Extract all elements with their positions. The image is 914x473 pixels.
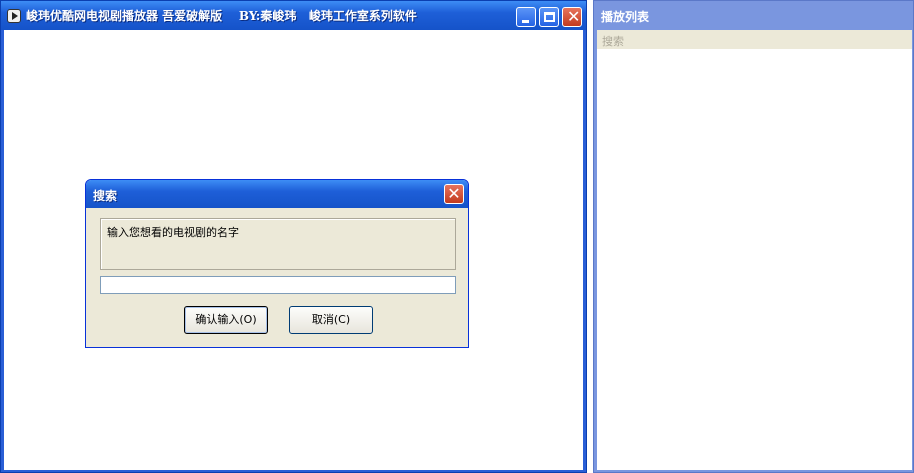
close-icon: ✕ — [567, 7, 581, 26]
playlist-search-bar[interactable]: 搜索 — [597, 30, 912, 49]
search-dialog-titlebar[interactable]: 搜索 ✕ — [86, 180, 468, 208]
playlist-title: 播放列表 — [601, 10, 650, 24]
playlist-window: 播放列表 搜索 — [593, 0, 914, 473]
cancel-button[interactable]: 取消(C) — [289, 306, 373, 334]
main-titlebar[interactable]: 峻玮优酷网电视剧播放器 吾爱破解版 BY:秦峻玮 峻玮工作室系列软件 ✕ — [1, 1, 586, 30]
minimize-button[interactable] — [516, 7, 536, 27]
search-dialog: 搜索 ✕ 输入您想看的电视剧的名字 确认输入(O) 取消(C) — [85, 179, 469, 348]
maximize-button[interactable] — [539, 7, 559, 27]
prompt-text: 输入您想看的电视剧的名字 — [100, 218, 456, 270]
close-button[interactable]: ✕ — [562, 7, 582, 27]
search-dialog-body: 输入您想看的电视剧的名字 确认输入(O) 取消(C) — [89, 208, 465, 345]
search-dialog-title: 搜索 — [93, 189, 118, 203]
playlist-list[interactable]: 搜索 — [597, 30, 912, 470]
series-name-input[interactable] — [100, 276, 456, 294]
playlist-titlebar[interactable]: 播放列表 — [594, 1, 913, 30]
maximize-icon — [544, 12, 555, 22]
main-window-title: 峻玮优酷网电视剧播放器 吾爱破解版 BY:秦峻玮 峻玮工作室系列软件 — [26, 9, 417, 23]
dialog-close-button[interactable]: ✕ — [444, 184, 464, 204]
confirm-button[interactable]: 确认输入(O) — [184, 306, 268, 334]
minimize-icon — [522, 20, 529, 23]
close-icon: ✕ — [447, 184, 461, 203]
app-icon[interactable] — [7, 9, 21, 23]
